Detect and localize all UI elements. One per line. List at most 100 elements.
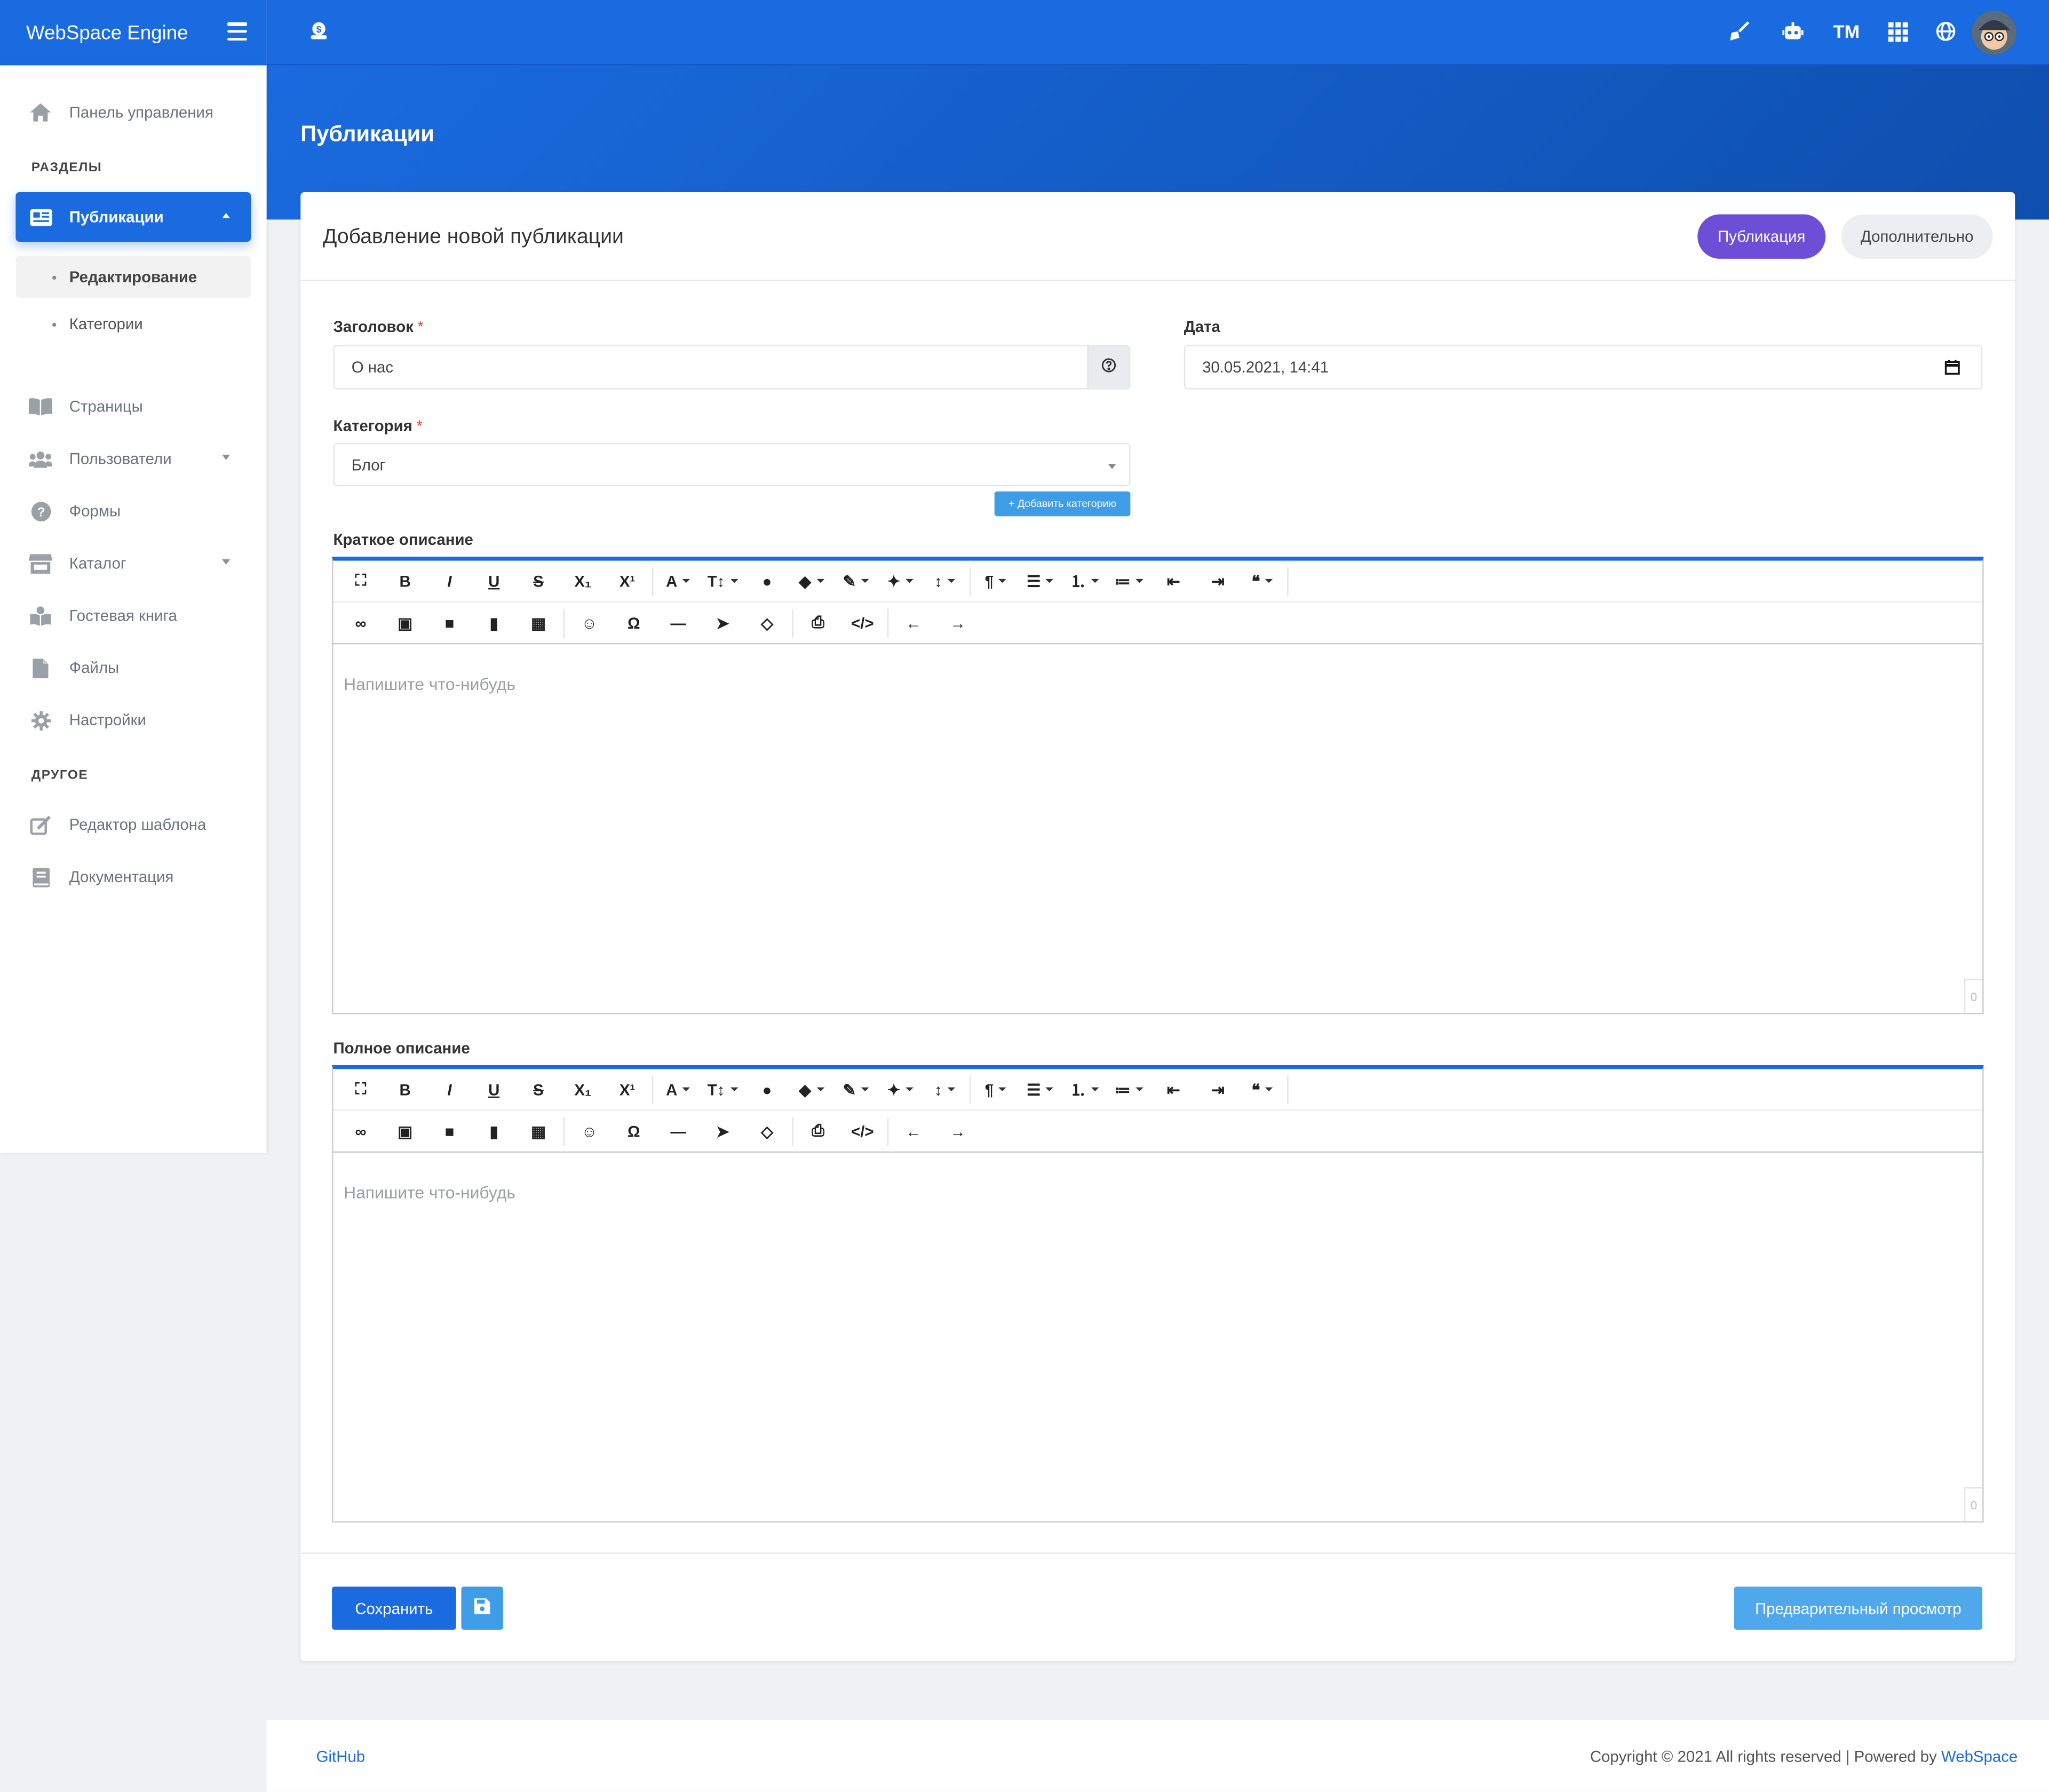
sidebar-subitem-edit[interactable]: Редактирование (15, 256, 251, 298)
redo-icon[interactable]: → (935, 602, 980, 644)
quote-icon[interactable]: ❝ (1240, 560, 1284, 601)
font-color-icon[interactable]: A (656, 560, 700, 601)
strikethrough-icon[interactable]: S (516, 1068, 560, 1110)
hr-icon[interactable]: — (656, 602, 700, 644)
table-icon[interactable]: ▦ (516, 1110, 560, 1152)
select-icon[interactable]: ➤ (701, 1110, 745, 1152)
webspace-link[interactable]: WebSpace (1941, 1747, 2018, 1765)
full-description-textarea[interactable]: Напишите что-нибудь (333, 1154, 1982, 1521)
bold-icon[interactable]: B (383, 1068, 427, 1110)
font-size-icon[interactable]: T↕ (701, 1068, 745, 1110)
omega-icon[interactable]: Ω (611, 1110, 656, 1152)
image-icon[interactable]: ▣ (383, 1110, 427, 1152)
sidebar-item-users[interactable]: Пользователи (15, 434, 251, 483)
help-button[interactable] (1087, 346, 1129, 388)
strikethrough-icon[interactable]: S (516, 560, 560, 601)
tab-additional[interactable]: Дополнительно (1841, 214, 1993, 259)
file-icon[interactable]: ▮ (472, 602, 516, 644)
align-icon[interactable]: ☰ (1018, 560, 1062, 601)
code-icon[interactable]: </> (840, 602, 885, 644)
emoji-icon[interactable]: ☺ (567, 602, 611, 644)
italic-icon[interactable]: I (427, 1068, 472, 1110)
sidebar-item-catalog[interactable]: Каталог (15, 538, 251, 588)
sidebar-item-forms[interactable]: ? Формы (15, 486, 251, 536)
money-icon[interactable]: $ (305, 17, 333, 46)
fill-icon[interactable]: ● (745, 560, 789, 601)
sidebar-item-guestbook[interactable]: Гостевая книга (15, 591, 251, 640)
subscript-icon[interactable]: X₁ (561, 1068, 605, 1110)
eraser-icon[interactable]: ◇ (745, 1110, 789, 1152)
fill-icon[interactable]: ● (745, 1068, 789, 1110)
video-icon[interactable]: ■ (427, 1110, 472, 1152)
brush-icon[interactable]: ✎ (833, 1068, 878, 1110)
underline-icon[interactable]: U (472, 560, 516, 601)
ordered-list-icon[interactable]: ⒈ (1062, 1068, 1107, 1110)
print-icon[interactable]: ⎙ (796, 602, 840, 644)
quote-icon[interactable]: ❝ (1240, 1068, 1284, 1110)
menu-toggle-icon[interactable] (227, 22, 247, 41)
add-category-button[interactable]: + Добавить категорию (994, 491, 1131, 517)
align-icon[interactable]: ☰ (1018, 1068, 1062, 1110)
image-icon[interactable]: ▣ (383, 602, 427, 644)
tab-publication[interactable]: Публикация (1697, 214, 1826, 259)
save-disk-button[interactable] (461, 1587, 503, 1630)
font-size-icon[interactable]: T↕ (701, 560, 745, 601)
unordered-list-icon[interactable]: ≔ (1107, 1068, 1151, 1110)
sidebar-item-publications[interactable]: Публикации (15, 192, 251, 242)
sidebar-item-documentation[interactable]: Документация (15, 852, 251, 902)
paragraph-icon[interactable]: ¶ (974, 560, 1018, 601)
superscript-icon[interactable]: X¹ (605, 1068, 649, 1110)
font-color-icon[interactable]: A (656, 1068, 700, 1110)
unordered-list-icon[interactable]: ≔ (1107, 560, 1151, 601)
brush-icon[interactable]: ✎ (833, 560, 878, 601)
ordered-list-icon[interactable]: ⒈ (1062, 560, 1107, 601)
indent-icon[interactable]: ⇥ (1196, 1068, 1240, 1110)
italic-icon[interactable]: I (427, 560, 472, 601)
sidebar-item-pages[interactable]: Страницы (15, 382, 251, 431)
apps-grid-icon[interactable] (1883, 17, 1912, 46)
tag-icon[interactable]: ◆ (789, 560, 833, 601)
table-icon[interactable]: ▦ (516, 602, 560, 644)
magic-icon[interactable]: ✦ (878, 560, 923, 601)
subscript-icon[interactable]: X₁ (561, 560, 605, 601)
eraser-icon[interactable]: ◇ (745, 602, 789, 644)
date-input[interactable]: 30.05.2021, 14:41 (1184, 345, 1983, 390)
outdent-icon[interactable]: ⇤ (1151, 1068, 1196, 1110)
file-icon[interactable]: ▮ (472, 1110, 516, 1152)
magic-icon[interactable]: ✦ (878, 1068, 923, 1110)
print-icon[interactable]: ⎙ (796, 1110, 840, 1152)
line-height-icon[interactable]: ↕ (923, 1068, 967, 1110)
sidebar-item-template-editor[interactable]: Редактор шаблона (15, 800, 251, 850)
robot-icon[interactable] (1778, 17, 1807, 46)
video-icon[interactable]: ■ (427, 602, 472, 644)
brand-logo[interactable]: WebSpace Engine (0, 0, 267, 66)
outdent-icon[interactable]: ⇤ (1151, 560, 1196, 601)
link-icon[interactable]: ∞ (338, 1110, 383, 1152)
calendar-icon[interactable] (1944, 359, 1960, 379)
user-avatar[interactable] (1972, 10, 2016, 55)
trademark-button[interactable]: TM (1832, 17, 1861, 46)
underline-icon[interactable]: U (472, 1068, 516, 1110)
omega-icon[interactable]: Ω (611, 602, 656, 644)
code-icon[interactable]: </> (840, 1110, 885, 1152)
undo-icon[interactable]: ← (891, 602, 935, 644)
category-select[interactable]: Блог (333, 443, 1131, 487)
preview-button[interactable]: Предварительный просмотр (1734, 1587, 1983, 1630)
expand-icon[interactable]: ⛶ (338, 1068, 383, 1110)
line-height-icon[interactable]: ↕ (923, 560, 967, 601)
sidebar-item-settings[interactable]: Настройки (15, 695, 251, 745)
tag-icon[interactable]: ◆ (789, 1068, 833, 1110)
bold-icon[interactable]: B (383, 560, 427, 601)
sidebar-subitem-categories[interactable]: Категории (15, 303, 251, 345)
undo-icon[interactable]: ← (891, 1110, 935, 1152)
emoji-icon[interactable]: ☺ (567, 1110, 611, 1152)
link-icon[interactable]: ∞ (338, 602, 383, 644)
title-input[interactable]: О нас (333, 345, 1131, 390)
indent-icon[interactable]: ⇥ (1196, 560, 1240, 601)
sidebar-item-files[interactable]: Файлы (15, 643, 251, 693)
superscript-icon[interactable]: X¹ (605, 560, 649, 601)
sidebar-item-dashboard[interactable]: Панель управления (15, 88, 251, 137)
short-description-textarea[interactable]: Напишите что-нибудь (333, 646, 1982, 1013)
paragraph-icon[interactable]: ¶ (974, 1068, 1018, 1110)
hr-icon[interactable]: — (656, 1110, 700, 1152)
